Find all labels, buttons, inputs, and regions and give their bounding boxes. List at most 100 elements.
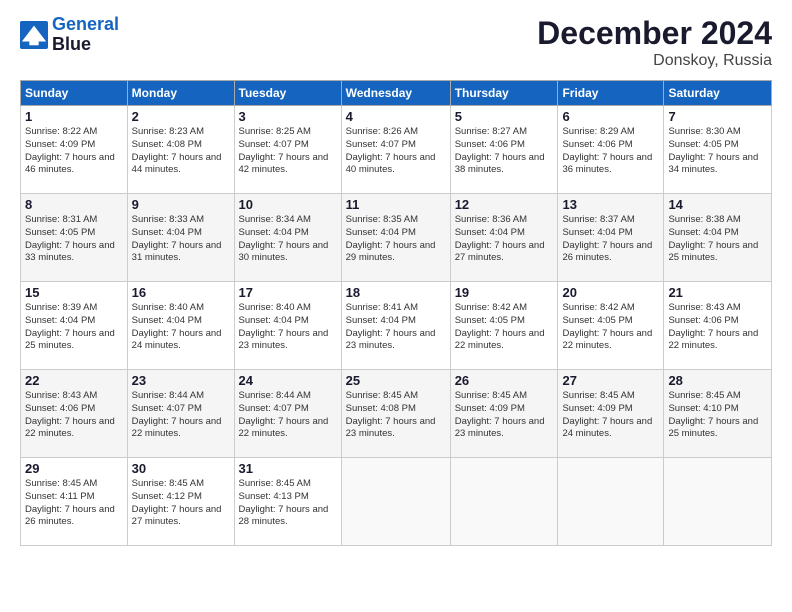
col-friday: Friday [558, 81, 664, 106]
day-cell-23: 23 Sunrise: 8:44 AMSunset: 4:07 PMDaylig… [127, 370, 234, 458]
week-row-5: 29 Sunrise: 8:45 AMSunset: 4:11 PMDaylig… [21, 458, 772, 546]
day-cell-8: 8 Sunrise: 8:31 AMSunset: 4:05 PMDayligh… [21, 194, 128, 282]
day-info: Sunrise: 8:40 AMSunset: 4:04 PMDaylight:… [132, 302, 230, 353]
day-cell-34 [558, 458, 664, 546]
day-number: 11 [346, 197, 446, 212]
day-number: 22 [25, 373, 123, 388]
week-row-1: 1 Sunrise: 8:22 AMSunset: 4:09 PMDayligh… [21, 106, 772, 194]
col-sunday: Sunday [21, 81, 128, 106]
day-info: Sunrise: 8:22 AMSunset: 4:09 PMDaylight:… [25, 126, 123, 177]
day-cell-22: 22 Sunrise: 8:43 AMSunset: 4:06 PMDaylig… [21, 370, 128, 458]
col-wednesday: Wednesday [341, 81, 450, 106]
col-thursday: Thursday [450, 81, 558, 106]
day-number: 18 [346, 285, 446, 300]
day-number: 4 [346, 109, 446, 124]
day-number: 2 [132, 109, 230, 124]
location: Donskoy, Russia [537, 52, 772, 70]
day-info: Sunrise: 8:35 AMSunset: 4:04 PMDaylight:… [346, 214, 446, 265]
day-cell-35 [664, 458, 772, 546]
day-number: 7 [668, 109, 767, 124]
day-cell-32 [341, 458, 450, 546]
header: GeneralBlue December 2024 Donskoy, Russi… [20, 15, 772, 70]
day-cell-19: 19 Sunrise: 8:42 AMSunset: 4:05 PMDaylig… [450, 282, 558, 370]
day-cell-27: 27 Sunrise: 8:45 AMSunset: 4:09 PMDaylig… [558, 370, 664, 458]
day-cell-6: 6 Sunrise: 8:29 AMSunset: 4:06 PMDayligh… [558, 106, 664, 194]
day-cell-5: 5 Sunrise: 8:27 AMSunset: 4:06 PMDayligh… [450, 106, 558, 194]
day-number: 14 [668, 197, 767, 212]
day-number: 31 [239, 461, 337, 476]
day-number: 9 [132, 197, 230, 212]
day-cell-11: 11 Sunrise: 8:35 AMSunset: 4:04 PMDaylig… [341, 194, 450, 282]
day-number: 16 [132, 285, 230, 300]
day-info: Sunrise: 8:45 AMSunset: 4:09 PMDaylight:… [455, 390, 554, 441]
day-number: 3 [239, 109, 337, 124]
day-number: 15 [25, 285, 123, 300]
title-block: December 2024 Donskoy, Russia [537, 15, 772, 70]
day-info: Sunrise: 8:26 AMSunset: 4:07 PMDaylight:… [346, 126, 446, 177]
day-number: 20 [562, 285, 659, 300]
day-cell-21: 21 Sunrise: 8:43 AMSunset: 4:06 PMDaylig… [664, 282, 772, 370]
day-info: Sunrise: 8:45 AMSunset: 4:13 PMDaylight:… [239, 478, 337, 529]
day-info: Sunrise: 8:29 AMSunset: 4:06 PMDaylight:… [562, 126, 659, 177]
day-cell-9: 9 Sunrise: 8:33 AMSunset: 4:04 PMDayligh… [127, 194, 234, 282]
page: GeneralBlue December 2024 Donskoy, Russi… [0, 0, 792, 612]
day-number: 13 [562, 197, 659, 212]
day-number: 26 [455, 373, 554, 388]
day-info: Sunrise: 8:30 AMSunset: 4:05 PMDaylight:… [668, 126, 767, 177]
month-title: December 2024 [537, 15, 772, 52]
day-info: Sunrise: 8:45 AMSunset: 4:11 PMDaylight:… [25, 478, 123, 529]
day-info: Sunrise: 8:33 AMSunset: 4:04 PMDaylight:… [132, 214, 230, 265]
day-info: Sunrise: 8:44 AMSunset: 4:07 PMDaylight:… [239, 390, 337, 441]
calendar-table: Sunday Monday Tuesday Wednesday Thursday… [20, 80, 772, 546]
day-info: Sunrise: 8:23 AMSunset: 4:08 PMDaylight:… [132, 126, 230, 177]
day-cell-16: 16 Sunrise: 8:40 AMSunset: 4:04 PMDaylig… [127, 282, 234, 370]
day-info: Sunrise: 8:40 AMSunset: 4:04 PMDaylight:… [239, 302, 337, 353]
day-info: Sunrise: 8:42 AMSunset: 4:05 PMDaylight:… [455, 302, 554, 353]
calendar-header-row: Sunday Monday Tuesday Wednesday Thursday… [21, 81, 772, 106]
day-cell-30: 30 Sunrise: 8:45 AMSunset: 4:12 PMDaylig… [127, 458, 234, 546]
day-number: 5 [455, 109, 554, 124]
day-number: 8 [25, 197, 123, 212]
day-number: 1 [25, 109, 123, 124]
day-cell-17: 17 Sunrise: 8:40 AMSunset: 4:04 PMDaylig… [234, 282, 341, 370]
day-cell-28: 28 Sunrise: 8:45 AMSunset: 4:10 PMDaylig… [664, 370, 772, 458]
day-number: 19 [455, 285, 554, 300]
day-cell-10: 10 Sunrise: 8:34 AMSunset: 4:04 PMDaylig… [234, 194, 341, 282]
day-info: Sunrise: 8:43 AMSunset: 4:06 PMDaylight:… [25, 390, 123, 441]
day-info: Sunrise: 8:36 AMSunset: 4:04 PMDaylight:… [455, 214, 554, 265]
day-cell-14: 14 Sunrise: 8:38 AMSunset: 4:04 PMDaylig… [664, 194, 772, 282]
day-info: Sunrise: 8:41 AMSunset: 4:04 PMDaylight:… [346, 302, 446, 353]
day-number: 21 [668, 285, 767, 300]
day-info: Sunrise: 8:45 AMSunset: 4:09 PMDaylight:… [562, 390, 659, 441]
day-cell-18: 18 Sunrise: 8:41 AMSunset: 4:04 PMDaylig… [341, 282, 450, 370]
day-number: 23 [132, 373, 230, 388]
day-cell-12: 12 Sunrise: 8:36 AMSunset: 4:04 PMDaylig… [450, 194, 558, 282]
week-row-2: 8 Sunrise: 8:31 AMSunset: 4:05 PMDayligh… [21, 194, 772, 282]
logo: GeneralBlue [20, 15, 119, 55]
day-info: Sunrise: 8:31 AMSunset: 4:05 PMDaylight:… [25, 214, 123, 265]
day-info: Sunrise: 8:43 AMSunset: 4:06 PMDaylight:… [668, 302, 767, 353]
day-number: 10 [239, 197, 337, 212]
day-cell-2: 2 Sunrise: 8:23 AMSunset: 4:08 PMDayligh… [127, 106, 234, 194]
day-number: 17 [239, 285, 337, 300]
day-info: Sunrise: 8:42 AMSunset: 4:05 PMDaylight:… [562, 302, 659, 353]
day-info: Sunrise: 8:45 AMSunset: 4:08 PMDaylight:… [346, 390, 446, 441]
day-cell-24: 24 Sunrise: 8:44 AMSunset: 4:07 PMDaylig… [234, 370, 341, 458]
day-number: 24 [239, 373, 337, 388]
day-info: Sunrise: 8:44 AMSunset: 4:07 PMDaylight:… [132, 390, 230, 441]
day-number: 28 [668, 373, 767, 388]
day-info: Sunrise: 8:27 AMSunset: 4:06 PMDaylight:… [455, 126, 554, 177]
day-cell-1: 1 Sunrise: 8:22 AMSunset: 4:09 PMDayligh… [21, 106, 128, 194]
day-number: 30 [132, 461, 230, 476]
day-cell-4: 4 Sunrise: 8:26 AMSunset: 4:07 PMDayligh… [341, 106, 450, 194]
day-cell-15: 15 Sunrise: 8:39 AMSunset: 4:04 PMDaylig… [21, 282, 128, 370]
col-tuesday: Tuesday [234, 81, 341, 106]
day-number: 25 [346, 373, 446, 388]
day-number: 12 [455, 197, 554, 212]
day-cell-20: 20 Sunrise: 8:42 AMSunset: 4:05 PMDaylig… [558, 282, 664, 370]
day-cell-25: 25 Sunrise: 8:45 AMSunset: 4:08 PMDaylig… [341, 370, 450, 458]
day-number: 6 [562, 109, 659, 124]
day-info: Sunrise: 8:38 AMSunset: 4:04 PMDaylight:… [668, 214, 767, 265]
logo-text: GeneralBlue [52, 15, 119, 55]
day-cell-7: 7 Sunrise: 8:30 AMSunset: 4:05 PMDayligh… [664, 106, 772, 194]
